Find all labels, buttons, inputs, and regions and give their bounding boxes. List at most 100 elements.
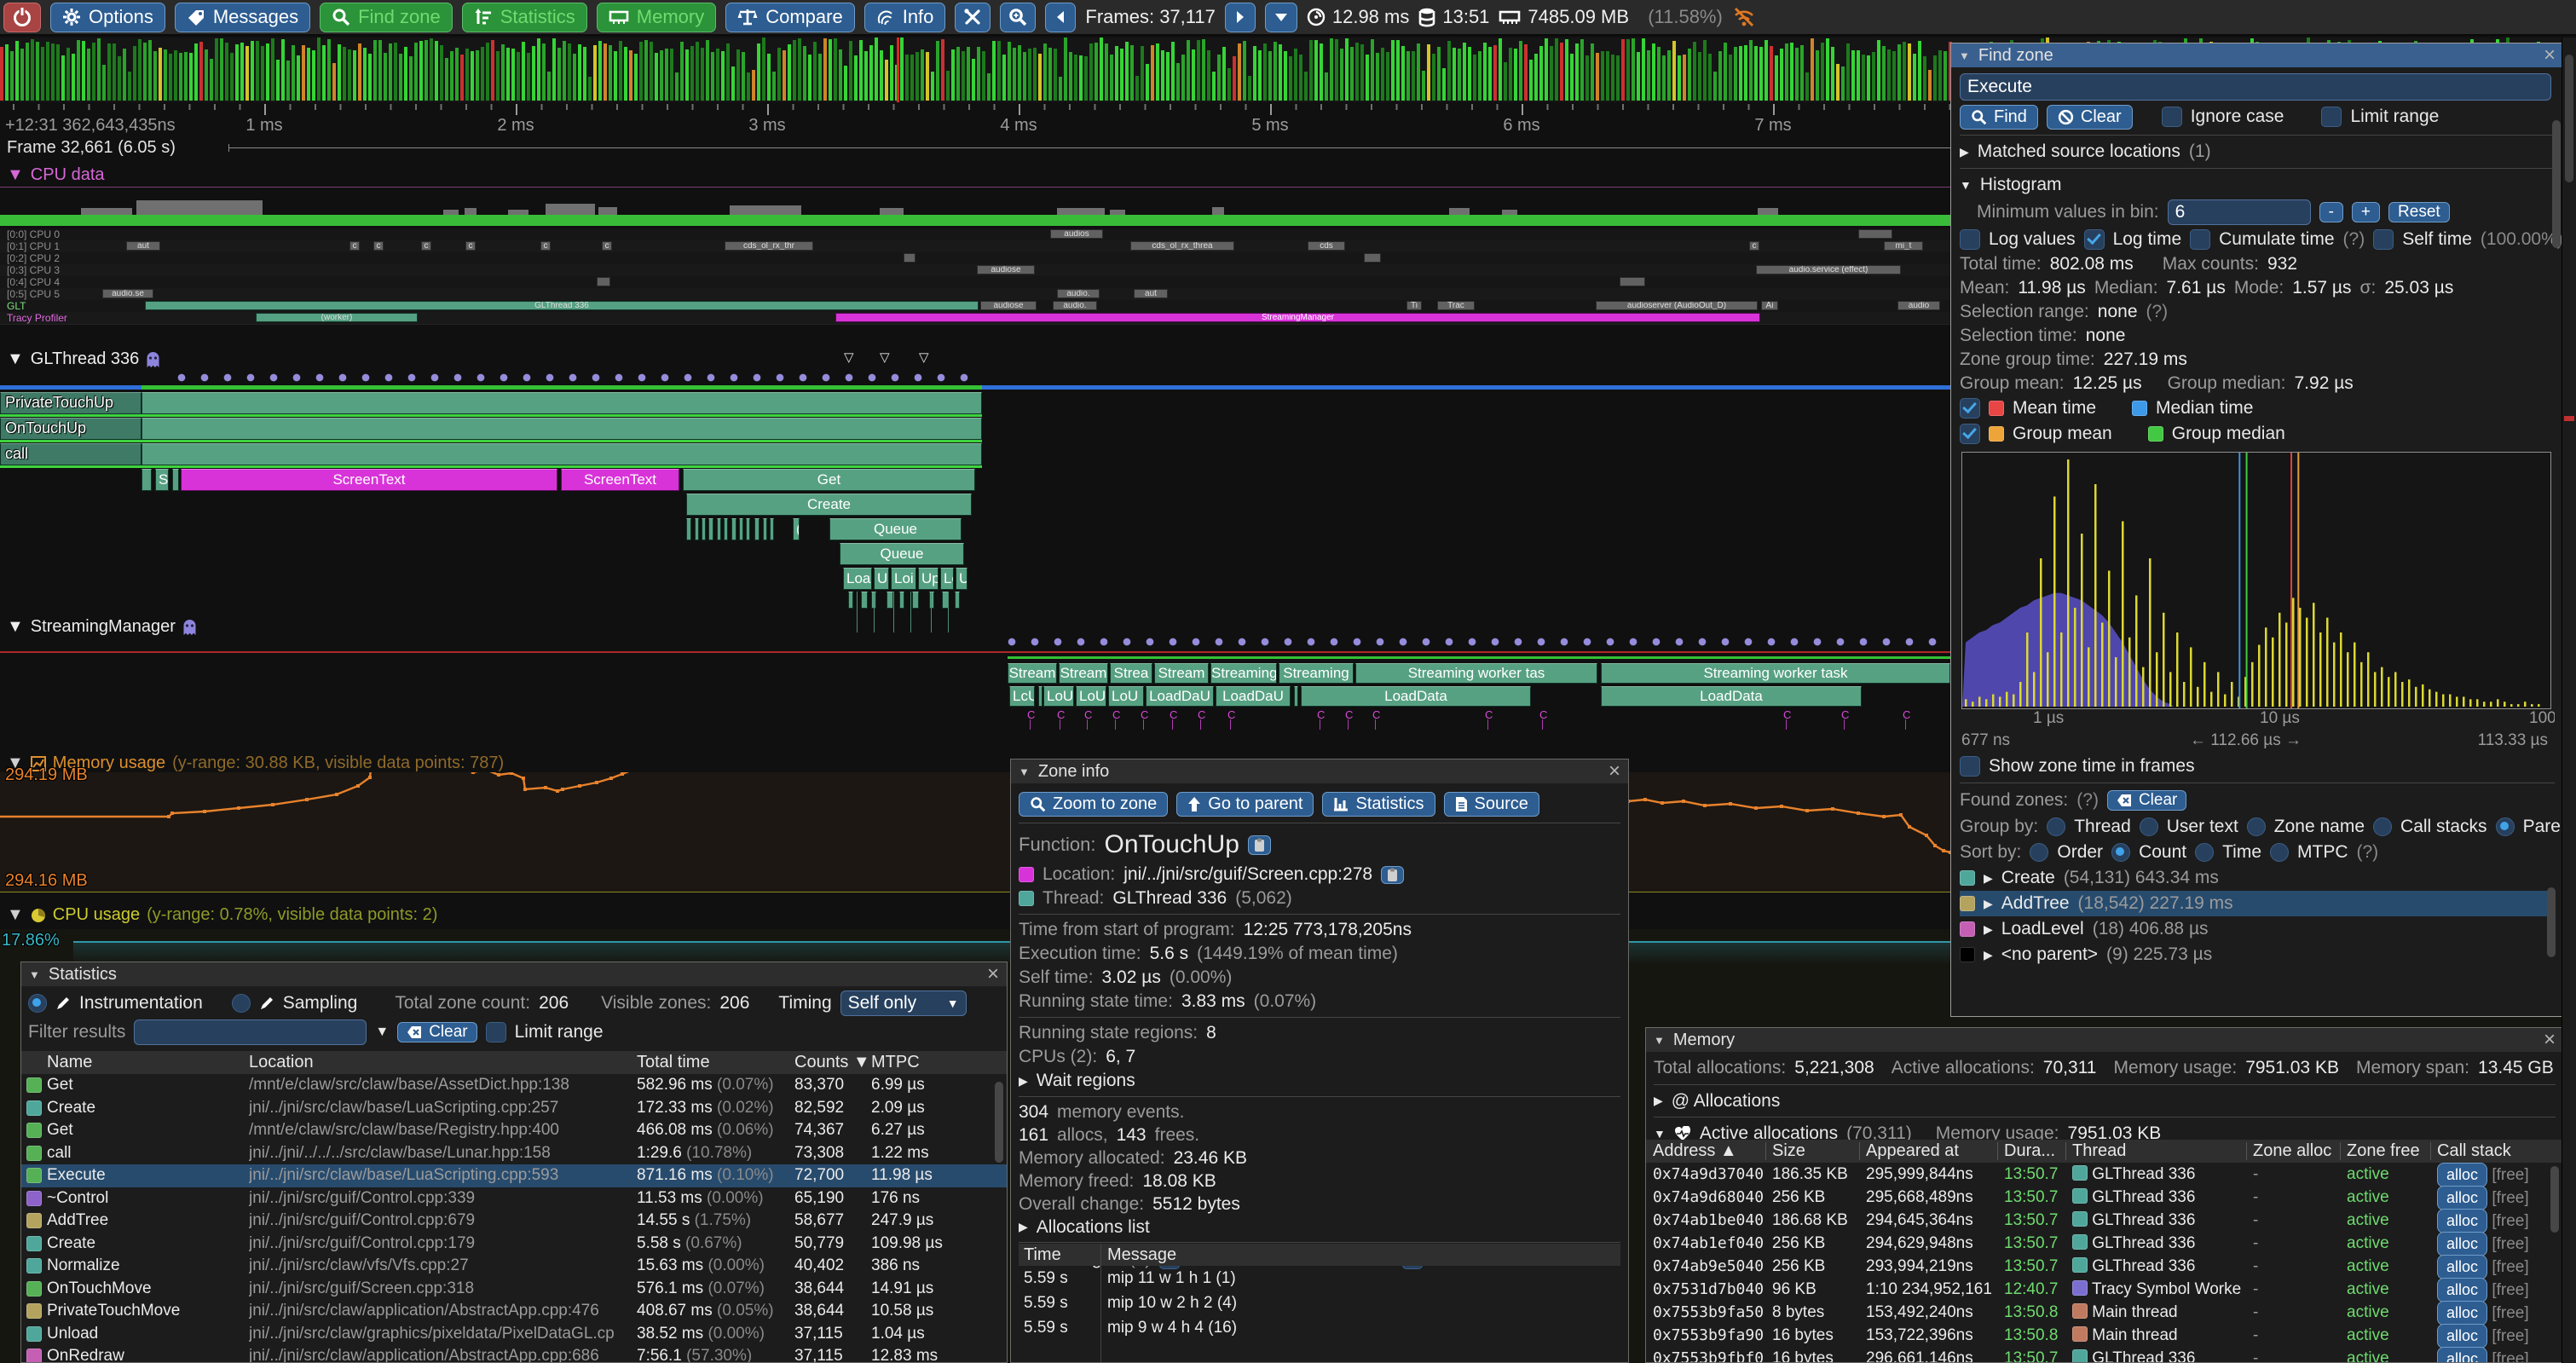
alloc-button[interactable]: alloc [2437, 1163, 2487, 1187]
frame-playhead[interactable] [897, 38, 899, 102]
copy-function-button[interactable] [1248, 835, 1271, 855]
frame-bar[interactable] [1560, 43, 1563, 101]
frame-bar[interactable] [41, 47, 44, 101]
lock-marker[interactable]: C [1345, 709, 1354, 731]
frame-bar[interactable] [1601, 51, 1604, 101]
frame-bar[interactable] [1243, 41, 1246, 101]
frame-bar[interactable] [593, 45, 597, 101]
next-frame-button[interactable] [1225, 3, 1256, 32]
frame-bar[interactable] [1458, 49, 1461, 101]
cumulate-time-checkbox[interactable] [2190, 229, 2210, 250]
frame-bar[interactable] [532, 46, 535, 101]
frame-bar[interactable] [77, 40, 80, 101]
frame-bar[interactable] [128, 72, 131, 101]
frame-bar[interactable] [660, 50, 663, 101]
frame-bar[interactable] [72, 54, 75, 101]
wait-regions-expander[interactable]: ▶Wait regions [1019, 1069, 1620, 1093]
frame-bar[interactable] [1043, 43, 1047, 101]
frame-bar[interactable] [1678, 55, 1681, 101]
table-row[interactable]: Get/mnt/e/claw/src/claw/base/Registry.hp… [21, 1119, 1007, 1142]
frame-bar[interactable] [1872, 52, 1875, 101]
cpu-zone[interactable]: aut [1134, 289, 1168, 298]
frame-bar[interactable] [138, 39, 142, 101]
frame-bar[interactable] [87, 49, 90, 101]
message-row[interactable]: 5.59 smip 10 w 2 h 2 (4) [1019, 1291, 1620, 1315]
frame-bar[interactable] [1841, 66, 1845, 101]
frame-bar[interactable] [465, 49, 469, 101]
frame-bar[interactable] [343, 47, 346, 101]
reset-button[interactable]: Reset [2388, 202, 2450, 222]
frame-bar[interactable] [1381, 48, 1384, 101]
frame-bar[interactable] [266, 43, 269, 101]
frame-bar[interactable] [1821, 43, 1824, 101]
frame-bar[interactable] [1693, 42, 1696, 101]
frame-bar[interactable] [701, 48, 704, 101]
close-icon[interactable]: × [1609, 763, 1620, 780]
scrollbar-thumb[interactable] [2565, 55, 2573, 182]
lock-marker[interactable]: C [1841, 709, 1850, 731]
zone[interactable] [731, 518, 736, 540]
cpu-zone[interactable] [904, 253, 915, 263]
frame-bar[interactable] [956, 47, 960, 101]
frame-bar[interactable] [476, 50, 479, 101]
column-header[interactable]: Zone free [2347, 1140, 2420, 1163]
frame-bar[interactable] [153, 51, 157, 101]
frame-bar[interactable] [829, 39, 832, 101]
frame-bar[interactable] [378, 40, 382, 101]
table-row[interactable]: calljni/../jni/../../../src/claw/base/Lu… [21, 1142, 1007, 1165]
frame-bar[interactable] [552, 38, 556, 101]
plus-button[interactable]: + [2352, 202, 2380, 222]
cpu-zone[interactable]: Trac [1437, 301, 1475, 310]
cpu-zone[interactable]: audio.se [102, 289, 153, 298]
cpu-zone[interactable]: c [465, 241, 476, 251]
frame-bar[interactable] [1233, 56, 1236, 101]
frame-bar[interactable] [875, 38, 878, 101]
cpu-zone[interactable]: mi_t [1884, 241, 1923, 251]
frame-bar[interactable] [368, 54, 372, 101]
frame-bar[interactable] [307, 48, 310, 101]
frame-bar[interactable] [798, 38, 801, 101]
frame-bar[interactable] [1580, 39, 1584, 101]
stats-clear-button[interactable]: Clear [397, 1022, 477, 1042]
radio-parent[interactable] [2496, 817, 2515, 836]
zone[interactable] [754, 518, 760, 540]
messages-button[interactable]: Messages [175, 3, 310, 32]
frame-bar[interactable] [1790, 43, 1793, 101]
frame-bar[interactable] [506, 48, 510, 101]
zone[interactable]: LoU [1043, 686, 1074, 707]
frame-bar[interactable] [542, 43, 546, 101]
find-zone-titlebar[interactable]: ▼Find zone× [1951, 43, 2563, 67]
frame-bar[interactable] [51, 43, 55, 101]
frame-bar[interactable] [491, 40, 494, 101]
frame-bar[interactable] [501, 44, 505, 101]
frame-bar[interactable] [481, 47, 484, 101]
frame-bar[interactable] [665, 49, 668, 101]
frame-bar[interactable] [675, 72, 679, 101]
frame-bar[interactable] [639, 42, 643, 101]
allocation-row[interactable]: 0x7553b9fa9016 bytes153,722,396ns13:50.8… [1646, 1324, 2563, 1347]
frame-bar[interactable] [338, 44, 341, 101]
frame-bar[interactable] [726, 43, 730, 101]
zoom-to-zone-button[interactable]: Zoom to zone [1019, 792, 1168, 817]
frame-bar[interactable] [1524, 44, 1528, 101]
radio-zone-name[interactable] [2247, 817, 2266, 836]
frame-bar[interactable] [332, 63, 336, 101]
frame-bar[interactable] [1923, 56, 1926, 101]
frame-bar[interactable] [384, 53, 387, 101]
frame-bar[interactable] [655, 53, 658, 101]
frame-bar[interactable] [1851, 50, 1855, 101]
frame-bar[interactable] [1800, 45, 1804, 101]
frame-bar[interactable] [977, 47, 980, 101]
frame-bar[interactable] [148, 40, 152, 101]
frame-bar[interactable] [1304, 72, 1308, 101]
lock-marker[interactable]: C [1372, 709, 1381, 731]
frame-bar[interactable] [1355, 43, 1359, 101]
cpu-zone[interactable]: Ti [1406, 301, 1422, 310]
frame-bar[interactable] [547, 72, 551, 101]
frame-bar[interactable] [1406, 51, 1410, 101]
allocation-row[interactable]: 0x74ab1ef040256 KB294,629,948ns13:50.7 G… [1646, 1232, 2563, 1255]
frame-bar[interactable] [1570, 54, 1574, 101]
instrumentation-radio[interactable] [28, 994, 47, 1013]
frame-bar[interactable] [1135, 76, 1139, 101]
frame-bar[interactable] [455, 48, 459, 101]
